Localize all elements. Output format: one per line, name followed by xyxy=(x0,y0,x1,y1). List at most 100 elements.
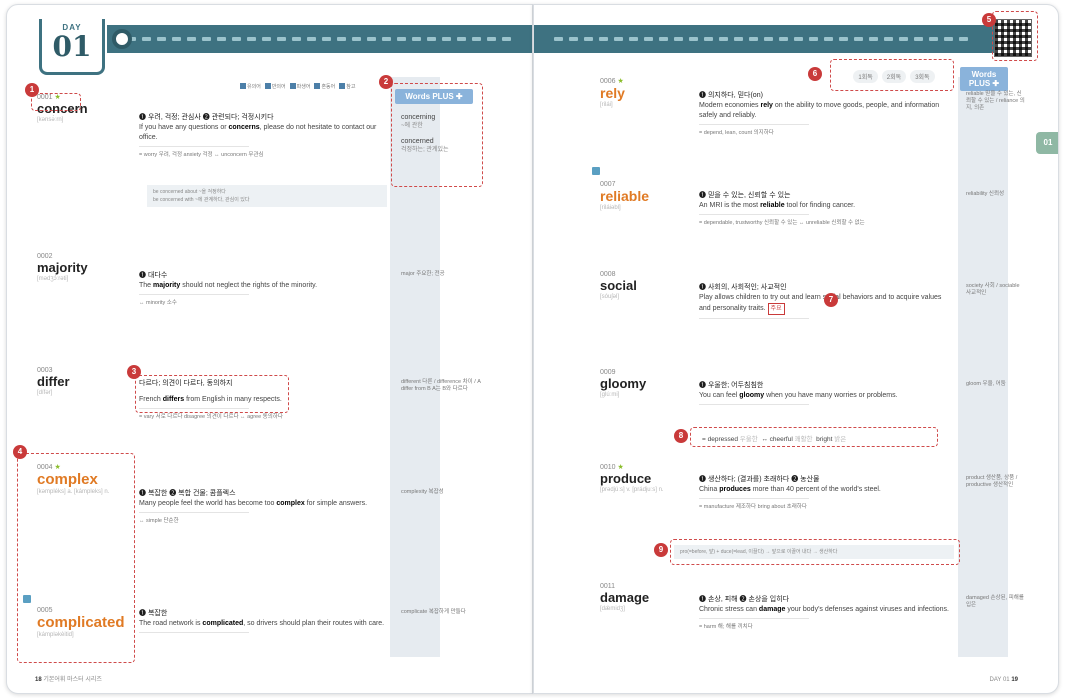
entry-body-rely: ❶ 의지하다, 믿다(on) Modern economies rely on … xyxy=(699,91,954,138)
headword: rely xyxy=(600,85,625,101)
synonyms: ↔ simple 단순한 xyxy=(139,518,179,524)
progress-tick xyxy=(809,37,818,41)
highlight-box xyxy=(135,375,289,413)
pronunciation: [rilái] xyxy=(600,102,613,108)
synonyms: = harm 해; 해를 끼치다 xyxy=(699,624,753,630)
words-plus-note: reliable 믿을 수 있는, 신뢰할 수 있는 / reliance 의지… xyxy=(966,91,1025,111)
progress-tick xyxy=(157,37,166,41)
progress-tick xyxy=(704,37,713,41)
progress-tick xyxy=(899,37,908,41)
synonyms: = manufacture 제조하다 bring about 초래하다 xyxy=(699,504,807,510)
words-plus-note: gloom 우울, 어둠 xyxy=(966,381,1006,387)
progress-tick xyxy=(749,37,758,41)
entry-damage: 0011 damage [dǽmidʒ] xyxy=(600,583,649,612)
entry-number: 0007 xyxy=(600,181,616,188)
footer-left: 18 기본어휘 마스터 시리즈 xyxy=(35,677,102,683)
progress-tick xyxy=(764,37,773,41)
marker: 7 xyxy=(824,293,838,307)
entry-body-reliable: ❶ 믿을 수 있는, 신뢰할 수 있는 An MRI is the most r… xyxy=(699,191,954,228)
words-plus-note: major 주요한; 전공 xyxy=(401,271,445,277)
progress-tick xyxy=(187,37,196,41)
headword: reliable xyxy=(600,188,650,204)
entry-rely: 0006 ★ rely [rilái] xyxy=(600,77,625,108)
marker: 3 xyxy=(127,365,141,379)
entry-produce: 0010 ★ produce [prədjúːs] v. [prádjuːs] … xyxy=(600,463,690,493)
progress-tick xyxy=(614,37,623,41)
progress-tick xyxy=(457,37,466,41)
definition: ❶ 우울한; 어두침침한 xyxy=(699,382,764,389)
highlight-box xyxy=(31,93,81,111)
pronunciation: [kənsə́ːrn] xyxy=(37,117,64,123)
star-icon: ★ xyxy=(617,78,624,85)
header-band xyxy=(534,25,1008,53)
words-plus-note: reliability 신뢰성 xyxy=(966,191,1005,197)
marker: 6 xyxy=(808,67,822,81)
entry-number: 0010 ★ xyxy=(600,464,624,471)
header-band xyxy=(107,25,532,53)
entry-social: 0008 social [sóuʃəl] xyxy=(600,271,637,300)
definition: ❶ 우려, 걱정; 관심사 ❷ 관련되다; 걱정시키다 xyxy=(139,114,274,121)
definition: ❶ 사회의, 사회적인; 사교적인 xyxy=(699,284,787,291)
progress-tick xyxy=(172,37,181,41)
footer-right: DAY 01 19 xyxy=(989,677,1018,683)
textbook-spread: DAY 01 유의어 반의어 파생어 혼동어 참고 Words PLUS ✚ 0… xyxy=(6,4,1059,694)
progress-tick xyxy=(914,37,923,41)
progress-tick xyxy=(869,37,878,41)
highlight-box xyxy=(690,427,938,447)
progress-tick xyxy=(262,37,271,41)
marker: 1 xyxy=(25,83,39,97)
progress-tick xyxy=(352,37,361,41)
highlight-box xyxy=(391,83,483,187)
highlight-box xyxy=(992,11,1038,61)
progress-tick xyxy=(779,37,788,41)
entry-number: 0011 xyxy=(600,583,616,590)
progress-tick xyxy=(794,37,803,41)
example-sentence: Modern economies rely on the ability to … xyxy=(699,102,940,119)
legend-item: 유의어 xyxy=(240,83,261,90)
progress-tick xyxy=(412,37,421,41)
headword: majority xyxy=(37,260,88,275)
progress-tick xyxy=(307,37,316,41)
progress-tick xyxy=(442,37,451,41)
definition: ❶ 손상, 피해 ❷ 손상을 입히다 xyxy=(699,596,790,603)
legend-item: 혼동어 xyxy=(314,83,335,90)
progress-tick xyxy=(884,37,893,41)
left-page: DAY 01 유의어 반의어 파생어 혼동어 참고 Words PLUS ✚ 0… xyxy=(6,4,533,694)
marker: 4 xyxy=(13,445,27,459)
words-plus-note: society 사회 / sociable 사교적인 xyxy=(966,283,1020,296)
important-stamp: 주요 xyxy=(767,303,785,315)
entry-body-concern: ❶ 우려, 걱정; 관심사 ❷ 관련되다; 걱정시키다 If you have … xyxy=(139,113,389,160)
entry-number: 0002 xyxy=(37,253,53,260)
legend-item: 참고 xyxy=(339,83,355,90)
entry-number: 0008 xyxy=(600,271,616,278)
star-icon: ★ xyxy=(617,464,624,471)
example-sentence: Chronic stress can damage your body's de… xyxy=(699,606,949,613)
progress-tick xyxy=(854,37,863,41)
example-sentence: Many people feel the world has become to… xyxy=(139,500,368,507)
entry-body-gloomy: ❶ 우울한; 어두침침한 You can feel gloomy when yo… xyxy=(699,381,954,409)
legend: 유의어 반의어 파생어 혼동어 참고 xyxy=(240,83,355,90)
legend-item: 반의어 xyxy=(265,83,286,90)
pronunciation: [dífər] xyxy=(37,390,53,396)
progress-tick xyxy=(472,37,481,41)
progress-tick xyxy=(202,37,211,41)
progress-tick xyxy=(659,37,668,41)
pronunciation: [riláiəbl] xyxy=(600,205,621,211)
progress-tick xyxy=(944,37,953,41)
definition: ❶ 믿을 수 있는, 신뢰할 수 있는 xyxy=(699,192,791,199)
entry-number: 0003 xyxy=(37,367,53,374)
highlight-box xyxy=(670,539,960,565)
progress-tick xyxy=(247,37,256,41)
definition: ❶ 복잡한 ❷ 복합 건물; 콤플렉스 xyxy=(139,490,236,497)
headword: damage xyxy=(600,590,650,605)
progress-tick xyxy=(142,37,151,41)
marker: 2 xyxy=(379,75,393,89)
day-tab: DAY 01 xyxy=(39,19,105,75)
example-sentence: You can feel gloomy when you have many w… xyxy=(699,392,898,399)
synonyms: = depend, lean, count 의지하다 xyxy=(699,130,774,136)
entry-body-damage: ❶ 손상, 피해 ❷ 손상을 입히다 Chronic stress can da… xyxy=(699,595,954,632)
example-sentence: The majority should not neglect the righ… xyxy=(139,282,318,289)
progress-tick xyxy=(367,37,376,41)
progress-tick xyxy=(277,37,286,41)
progress-tick xyxy=(337,37,346,41)
